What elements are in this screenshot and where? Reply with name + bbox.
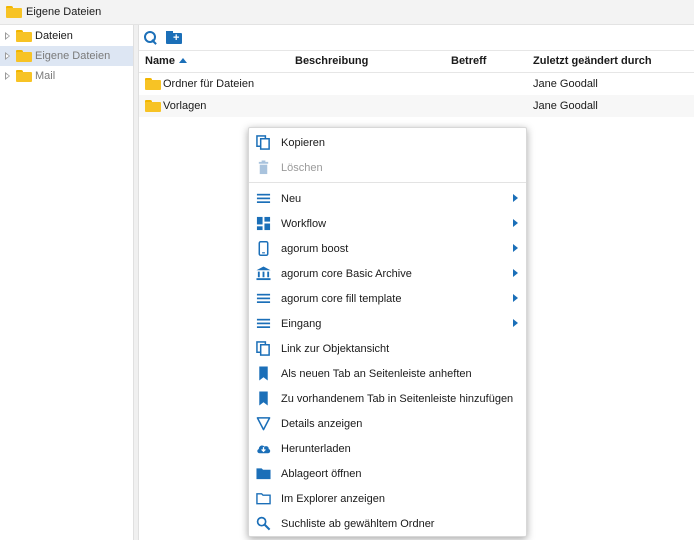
column-header-modified-by[interactable]: Zuletzt geändert durch bbox=[533, 55, 652, 67]
sidebar-item-label: Dateien bbox=[35, 30, 73, 42]
triangle-down-icon bbox=[256, 417, 271, 431]
menu-item-label: Eingang bbox=[281, 318, 322, 330]
menu-item-label: Link zur Objektansicht bbox=[281, 343, 390, 355]
window-titlebar: Eigene Dateien bbox=[0, 0, 694, 25]
folder-icon bbox=[145, 100, 161, 112]
bookmark-icon bbox=[259, 366, 268, 381]
menu-item-label: agorum boost bbox=[281, 243, 349, 255]
submenu-arrow-icon bbox=[513, 269, 518, 277]
phone-icon bbox=[258, 241, 269, 256]
search-icon bbox=[256, 516, 271, 531]
row-name: Vorlagen bbox=[163, 100, 207, 112]
submenu-arrow-icon bbox=[513, 244, 518, 252]
table-header: Name Beschreibung Betreff Zuletzt geände… bbox=[139, 50, 694, 73]
bookmark-icon bbox=[259, 391, 268, 406]
sidebar-item-mail[interactable]: Mail bbox=[0, 66, 133, 86]
folder-icon bbox=[16, 50, 32, 62]
expand-arrow-icon[interactable] bbox=[5, 52, 10, 60]
cloud-download-icon bbox=[257, 445, 271, 454]
menu-item-kopieren[interactable]: Kopieren bbox=[249, 130, 526, 155]
new-folder-icon[interactable]: + bbox=[166, 31, 182, 44]
menu-item-label: agorum core fill template bbox=[281, 293, 402, 305]
menu-item-label: Herunterladen bbox=[281, 443, 351, 455]
menu-item-loeschen[interactable]: Löschen bbox=[249, 155, 526, 180]
menu-item-link-objektansicht[interactable]: Link zur Objektansicht bbox=[249, 336, 526, 361]
trash-icon bbox=[258, 160, 269, 175]
menu-item-label: Kopieren bbox=[281, 137, 326, 149]
row-name: Ordner für Dateien bbox=[163, 78, 255, 90]
menu-item-im-explorer-anzeigen[interactable]: Im Explorer anzeigen bbox=[249, 486, 526, 511]
menu-item-label: Suchliste ab gewähltem Ordner bbox=[281, 518, 435, 530]
table-row[interactable]: Ordner für Dateien Jane Goodall bbox=[139, 73, 694, 95]
menu-item-neu[interactable]: Neu bbox=[249, 186, 526, 211]
table-row[interactable]: Vorlagen Jane Goodall bbox=[139, 95, 694, 117]
dashboard-icon bbox=[256, 216, 271, 231]
menu-item-label: Ablageort öffnen bbox=[281, 468, 362, 480]
menu-item-agorum-boost[interactable]: agorum boost bbox=[249, 236, 526, 261]
toolbar: + bbox=[139, 25, 694, 50]
menu-item-label: Neu bbox=[281, 193, 302, 205]
search-icon[interactable] bbox=[144, 30, 158, 45]
column-header-betreff[interactable]: Betreff bbox=[451, 55, 486, 67]
lines-icon bbox=[256, 193, 271, 203]
folder-icon bbox=[256, 468, 271, 480]
expand-arrow-icon[interactable] bbox=[5, 72, 10, 80]
sidebar-item-label: Mail bbox=[35, 70, 56, 82]
folder-outline-icon bbox=[256, 493, 271, 505]
menu-item-herunterladen[interactable]: Herunterladen bbox=[249, 436, 526, 461]
window-title: Eigene Dateien bbox=[26, 6, 102, 18]
context-menu: Kopieren Löschen Neu Workflow agorum boo… bbox=[248, 127, 527, 537]
bank-icon bbox=[256, 266, 271, 281]
lines-icon bbox=[256, 293, 271, 303]
folder-icon bbox=[16, 70, 32, 82]
menu-item-label: agorum core Basic Archive bbox=[281, 268, 412, 280]
menu-item-label: Löschen bbox=[281, 162, 323, 174]
sidebar-item-dateien[interactable]: Dateien bbox=[0, 26, 133, 46]
copy-icon bbox=[256, 135, 270, 150]
submenu-arrow-icon bbox=[513, 319, 518, 327]
menu-item-ablageort-oeffnen[interactable]: Ablageort öffnen bbox=[249, 461, 526, 486]
menu-item-workflow[interactable]: Workflow bbox=[249, 211, 526, 236]
menu-item-eingang[interactable]: Eingang bbox=[249, 311, 526, 336]
folder-icon bbox=[6, 6, 22, 18]
menu-item-label: Als neuen Tab an Seitenleiste anheften bbox=[281, 368, 472, 380]
menu-item-suchliste[interactable]: Suchliste ab gewähltem Ordner bbox=[249, 511, 526, 536]
folder-icon bbox=[145, 78, 161, 90]
column-header-beschreibung[interactable]: Beschreibung bbox=[295, 55, 368, 67]
menu-item-label: Im Explorer anzeigen bbox=[281, 493, 385, 505]
menu-item-label: Details anzeigen bbox=[281, 418, 363, 430]
lines-icon bbox=[256, 318, 271, 328]
column-header-name[interactable]: Name bbox=[145, 55, 187, 67]
submenu-arrow-icon bbox=[513, 219, 518, 227]
submenu-arrow-icon bbox=[513, 294, 518, 302]
menu-item-tab-anheften[interactable]: Als neuen Tab an Seitenleiste anheften bbox=[249, 361, 526, 386]
menu-item-basic-archive[interactable]: agorum core Basic Archive bbox=[249, 261, 526, 286]
menu-item-fill-template[interactable]: agorum core fill template bbox=[249, 286, 526, 311]
sort-ascending-icon bbox=[178, 58, 187, 63]
menu-item-label: Zu vorhandenem Tab in Seitenleiste hinzu… bbox=[281, 393, 514, 405]
row-modified-by: Jane Goodall bbox=[533, 100, 598, 112]
sidebar-tree: Dateien Eigene Dateien Mail bbox=[0, 25, 133, 540]
submenu-arrow-icon bbox=[513, 194, 518, 202]
menu-item-tab-hinzufuegen[interactable]: Zu vorhandenem Tab in Seitenleiste hinzu… bbox=[249, 386, 526, 411]
expand-arrow-icon[interactable] bbox=[5, 32, 10, 40]
sidebar-item-eigene-dateien[interactable]: Eigene Dateien bbox=[0, 46, 133, 66]
folder-icon bbox=[16, 30, 32, 42]
copy-icon bbox=[256, 341, 270, 356]
row-modified-by: Jane Goodall bbox=[533, 78, 598, 90]
menu-separator bbox=[249, 182, 526, 183]
menu-item-details-anzeigen[interactable]: Details anzeigen bbox=[249, 411, 526, 436]
menu-item-label: Workflow bbox=[281, 218, 327, 230]
sidebar-item-label: Eigene Dateien bbox=[35, 50, 111, 62]
